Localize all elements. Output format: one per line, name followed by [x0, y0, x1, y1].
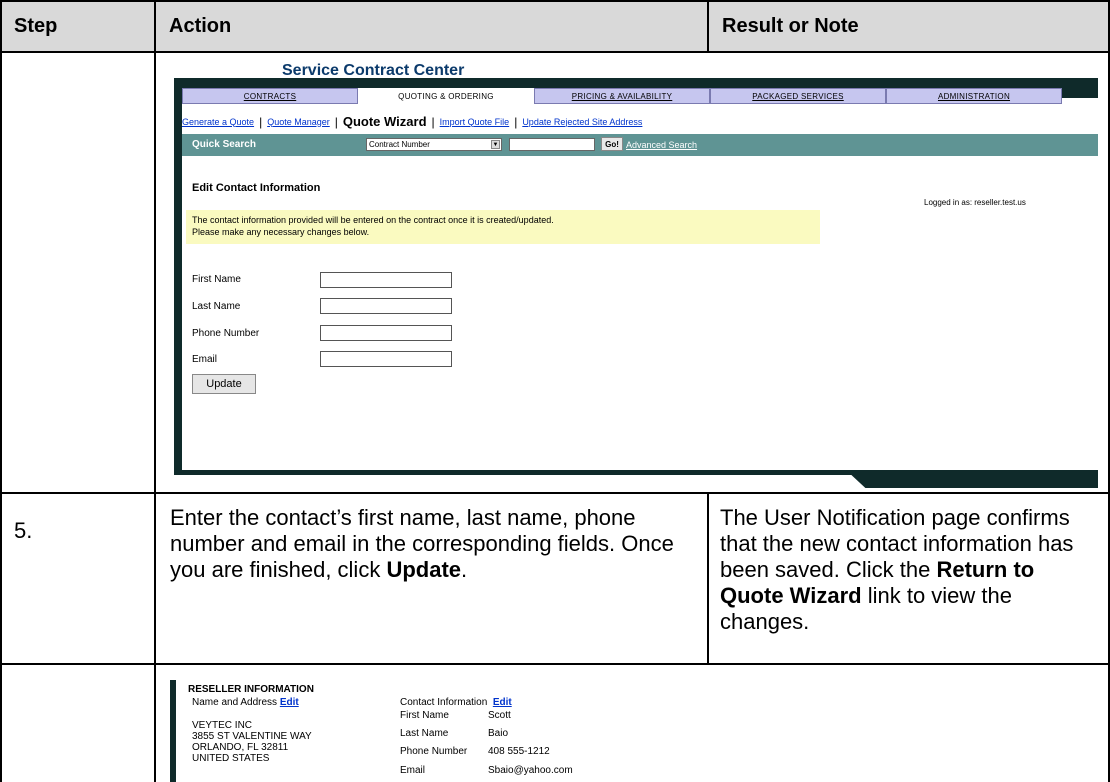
search-type-select[interactable]: Contract Number ▼: [366, 138, 502, 151]
contact-label: First Name: [400, 710, 449, 721]
contact-value: Scott: [488, 710, 511, 721]
table-border-col2-header: [707, 0, 709, 53]
contact-value: Sbaio@yahoo.com: [488, 765, 573, 776]
last-name-input[interactable]: [320, 298, 452, 314]
table-border-col2-row2: [707, 492, 709, 665]
edit-name-address-link[interactable]: Edit: [280, 697, 299, 708]
table-border-row2: [0, 663, 1110, 665]
address-line: VEYTEC INC: [192, 720, 253, 731]
main-tabs: CONTRACTS QUOTING & ORDERING PRICING & A…: [182, 88, 1062, 104]
email-input[interactable]: [320, 351, 452, 367]
chevron-down-icon[interactable]: ▼: [491, 140, 500, 149]
separator: |: [259, 114, 263, 129]
header-result: Result or Note: [708, 0, 1110, 52]
link-quote-manager[interactable]: Quote Manager: [267, 117, 330, 127]
email-label: Email: [192, 354, 218, 365]
name-address-label: Name and Address: [192, 697, 278, 708]
edit-contact-link[interactable]: Edit: [493, 697, 512, 708]
contact-label: Phone Number: [400, 746, 468, 757]
contact-value: 408 555-1212: [488, 746, 550, 757]
page-title: Edit Contact Information: [192, 182, 321, 194]
info-note-line: Please make any necessary changes below.: [192, 227, 370, 237]
separator: |: [431, 114, 435, 129]
frame-left-bar: [174, 78, 182, 470]
sub-navigation: Generate a Quote | Quote Manager | Quote…: [182, 114, 642, 129]
header-action: Action: [155, 0, 708, 52]
tab-administration[interactable]: ADMINISTRATION: [886, 88, 1062, 104]
tab-packaged-services[interactable]: PACKAGED SERVICES: [710, 88, 886, 104]
search-input[interactable]: [509, 138, 595, 151]
screenshot-edit-contact: Service Contract Center CONTRACTS QUOTIN…: [170, 62, 1102, 488]
info-note: The contact information provided will be…: [186, 210, 820, 244]
link-generate-quote[interactable]: Generate a Quote: [182, 117, 254, 127]
phone-number-label: Phone Number: [192, 328, 260, 339]
address-line: ORLANDO, FL 32811: [192, 742, 289, 753]
update-button[interactable]: Update: [192, 374, 256, 394]
table-border-header: [0, 51, 1110, 53]
contact-label: Email: [400, 765, 426, 776]
frame-left-bar: [170, 680, 176, 782]
contact-info-row: Contact Information Edit: [400, 697, 512, 708]
frame-top-bar: [174, 78, 1098, 88]
table-border-col1: [154, 0, 156, 782]
contact-info-label: Contact Information: [400, 697, 488, 708]
first-name-label: First Name: [192, 274, 241, 285]
contact-label: Last Name: [400, 728, 449, 739]
address-line: 3855 ST VALENTINE WAY: [192, 731, 312, 742]
address-line: UNITED STATES: [192, 753, 270, 764]
advanced-search-link[interactable]: Advanced Search: [626, 140, 697, 150]
name-address-row: Name and Address Edit: [192, 697, 299, 708]
table-border-row1: [0, 492, 1110, 494]
link-import-quote-file[interactable]: Import Quote File: [440, 117, 510, 127]
header-step: Step: [0, 0, 155, 52]
quick-search-bar: Quick Search Contract Number ▼ Go! Advan…: [182, 134, 1098, 156]
first-name-input[interactable]: [320, 272, 452, 288]
search-type-value: Contract Number: [369, 140, 430, 149]
link-update-rejected-site-address[interactable]: Update Rejected Site Address: [522, 117, 642, 127]
screenshot-reseller-information: RESELLER INFORMATION Name and Address Ed…: [170, 680, 870, 782]
table-border-top: [0, 0, 1110, 2]
step-number: 5.: [14, 518, 33, 543]
result-text: The User Notification page confirms that…: [720, 505, 1100, 635]
quick-search-label: Quick Search: [192, 139, 256, 150]
app-frame: CONTRACTS QUOTING & ORDERING PRICING & A…: [174, 78, 1098, 488]
action-text: Enter the contact’s first name, last nam…: [170, 505, 700, 583]
reseller-heading: RESELLER INFORMATION: [188, 684, 314, 695]
go-button[interactable]: Go!: [601, 137, 623, 151]
logged-in-status: Logged in as: reseller.test.us: [924, 198, 1026, 207]
separator: |: [514, 114, 518, 129]
table-border-left: [0, 0, 2, 782]
tab-contracts[interactable]: CONTRACTS: [182, 88, 358, 104]
info-note-line: The contact information provided will be…: [192, 215, 554, 225]
separator: |: [334, 114, 338, 129]
action-text-part: .: [461, 557, 468, 582]
frame-bottom-corner: [846, 470, 1098, 488]
last-name-label: Last Name: [192, 301, 241, 312]
phone-number-input[interactable]: [320, 325, 452, 341]
current-quote-wizard: Quote Wizard: [342, 114, 427, 129]
contact-value: Baio: [488, 728, 509, 739]
action-text-bold: Update: [386, 557, 461, 582]
address-block: VEYTEC INC 3855 ST VALENTINE WAY ORLANDO…: [192, 720, 312, 764]
tab-pricing-availability[interactable]: PRICING & AVAILABILITY: [534, 88, 710, 104]
tab-quoting-ordering[interactable]: QUOTING & ORDERING: [358, 88, 534, 104]
